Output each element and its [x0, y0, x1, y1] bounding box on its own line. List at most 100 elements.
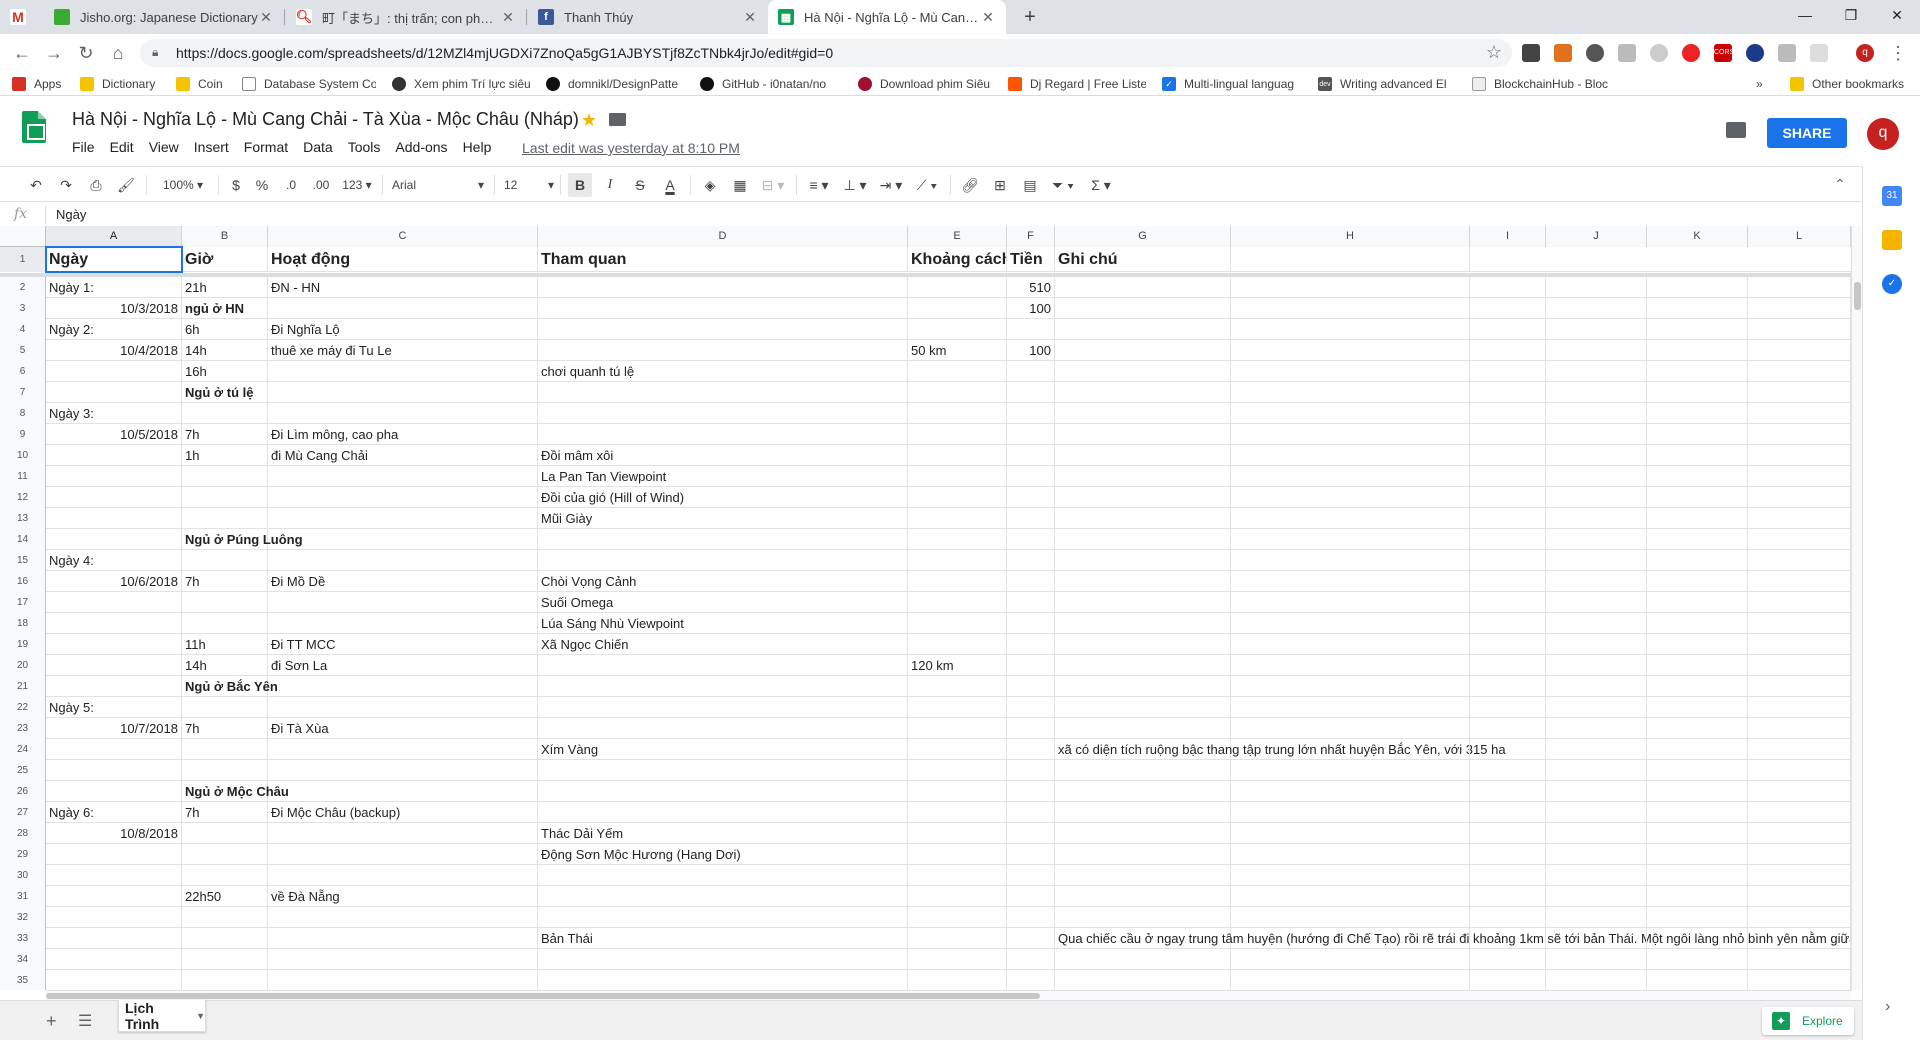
- clock-icon[interactable]: [1586, 44, 1604, 62]
- menu-file[interactable]: File: [72, 139, 95, 155]
- cell-f[interactable]: [1007, 466, 1055, 487]
- row-header[interactable]: 15: [0, 550, 46, 571]
- cell-e[interactable]: [908, 298, 1007, 319]
- cell[interactable]: [1231, 298, 1470, 319]
- cell[interactable]: [1231, 655, 1470, 676]
- cell[interactable]: [1470, 550, 1546, 571]
- cell-a[interactable]: [46, 886, 182, 907]
- cell[interactable]: [1470, 697, 1546, 718]
- maximize-button[interactable]: ❐: [1828, 0, 1874, 30]
- cell-g[interactable]: [1055, 949, 1231, 970]
- cell-f[interactable]: [1007, 844, 1055, 865]
- cell[interactable]: [1231, 382, 1470, 403]
- folder-icon[interactable]: [609, 113, 626, 126]
- menu-data[interactable]: Data: [303, 139, 333, 155]
- vertical-align-icon[interactable]: ⊥ ▾: [840, 173, 870, 197]
- column-header-k[interactable]: K: [1647, 226, 1748, 247]
- cell[interactable]: [1470, 445, 1546, 466]
- bookmark-dj-regard[interactable]: Dj Regard | Free Liste: [1008, 75, 1146, 93]
- cell-e[interactable]: [908, 508, 1007, 529]
- column-header-d[interactable]: D: [538, 226, 908, 247]
- cell-e[interactable]: [908, 844, 1007, 865]
- row-header[interactable]: 18: [0, 613, 46, 634]
- cell-c[interactable]: đi Sơn La: [268, 655, 538, 676]
- cell[interactable]: [1748, 844, 1851, 865]
- cell-d[interactable]: Xã Ngọc Chiến: [538, 634, 908, 655]
- header-cell-ghi-chu[interactable]: Ghi chú: [1055, 247, 1231, 272]
- cell-d[interactable]: [538, 550, 908, 571]
- cell-d[interactable]: [538, 424, 908, 445]
- cell-a[interactable]: 10/8/2018: [46, 823, 182, 844]
- cell[interactable]: [1748, 760, 1851, 781]
- cell[interactable]: [1231, 928, 1470, 949]
- row-header[interactable]: 10: [0, 445, 46, 466]
- header-cell-khoang-cach[interactable]: Khoảng cách: [908, 247, 1007, 272]
- cell-d[interactable]: [538, 298, 908, 319]
- cell-d[interactable]: [538, 529, 908, 550]
- cell-g[interactable]: [1055, 655, 1231, 676]
- other-bookmarks[interactable]: Other bookmarks: [1790, 75, 1918, 93]
- cell[interactable]: [1546, 802, 1647, 823]
- row-header[interactable]: 31: [0, 886, 46, 907]
- row-header[interactable]: 11: [0, 466, 46, 487]
- cell-c[interactable]: [268, 592, 538, 613]
- cell[interactable]: [1231, 319, 1470, 340]
- menu-insert[interactable]: Insert: [194, 139, 229, 155]
- cell-a[interactable]: [46, 655, 182, 676]
- cell-b[interactable]: [182, 970, 268, 990]
- column-header-e[interactable]: E: [908, 226, 1007, 247]
- cell[interactable]: [1748, 277, 1851, 298]
- cell-a[interactable]: [46, 739, 182, 760]
- bookmark-multilingual[interactable]: ✓ Multi-lingual languag: [1162, 75, 1302, 93]
- cell-f[interactable]: [1007, 865, 1055, 886]
- extension-icon[interactable]: [1554, 44, 1572, 62]
- column-header-f[interactable]: F: [1007, 226, 1055, 247]
- cell[interactable]: [1647, 445, 1748, 466]
- cell-b[interactable]: [182, 403, 268, 424]
- cell-a[interactable]: [46, 508, 182, 529]
- tab-dictionary[interactable]: 🔍︎ 町「まち」: thị trấn; con phố . | Ng ✕: [286, 0, 526, 34]
- cell[interactable]: [1546, 697, 1647, 718]
- cell-d[interactable]: [538, 970, 908, 990]
- cell-g[interactable]: [1055, 529, 1231, 550]
- column-header-c[interactable]: C: [268, 226, 538, 247]
- row-header[interactable]: 2: [0, 277, 46, 298]
- cell-a[interactable]: 10/3/2018: [46, 298, 182, 319]
- tab-jisho[interactable]: Jisho.org: Japanese Dictionary ✕: [44, 0, 284, 34]
- cell-g[interactable]: [1055, 361, 1231, 382]
- profile-icon[interactable]: q: [1856, 44, 1874, 62]
- cell[interactable]: [1231, 844, 1470, 865]
- cell[interactable]: [1647, 403, 1748, 424]
- cell-c[interactable]: [268, 907, 538, 928]
- cell[interactable]: [1231, 739, 1470, 760]
- cell-g[interactable]: [1055, 865, 1231, 886]
- cell[interactable]: [1546, 445, 1647, 466]
- cell-f[interactable]: [1007, 592, 1055, 613]
- cell-d[interactable]: Đồi mâm xôi: [538, 445, 908, 466]
- cell[interactable]: [1546, 382, 1647, 403]
- menu-tools[interactable]: Tools: [348, 139, 381, 155]
- cell-b[interactable]: [182, 760, 268, 781]
- cell-d[interactable]: [538, 907, 908, 928]
- cell-a[interactable]: [46, 592, 182, 613]
- cell[interactable]: [1470, 277, 1546, 298]
- row-header[interactable]: 22: [0, 697, 46, 718]
- cell[interactable]: [1546, 487, 1647, 508]
- cell[interactable]: [1231, 592, 1470, 613]
- cell[interactable]: [1748, 529, 1851, 550]
- cell[interactable]: [1647, 823, 1748, 844]
- paint-format-icon[interactable]: 🖌︎: [114, 173, 138, 197]
- cell-b[interactable]: [182, 907, 268, 928]
- row-header[interactable]: 20: [0, 655, 46, 676]
- cell[interactable]: [1546, 550, 1647, 571]
- cell-b[interactable]: 21h: [182, 277, 268, 298]
- more-formats-button[interactable]: 123 ▾: [340, 173, 374, 197]
- cell-d[interactable]: Thác Dải Yếm: [538, 823, 908, 844]
- cell[interactable]: [1546, 928, 1647, 949]
- italic-button[interactable]: I: [598, 173, 622, 197]
- cell-b[interactable]: 6h: [182, 319, 268, 340]
- cell-d[interactable]: Đồi của gió (Hill of Wind): [538, 487, 908, 508]
- cell-d[interactable]: [538, 865, 908, 886]
- select-all-corner[interactable]: [0, 226, 46, 247]
- cell-c[interactable]: [268, 844, 538, 865]
